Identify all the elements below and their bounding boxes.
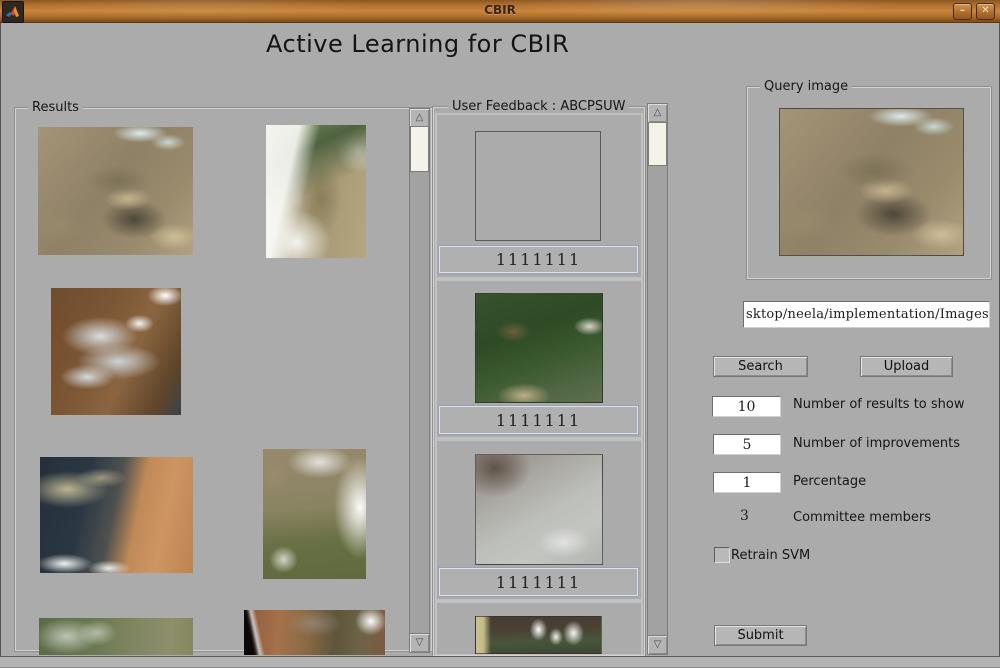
results-scrollbar-thumb[interactable] — [410, 126, 429, 172]
window-bottom-edge — [0, 656, 1000, 668]
improvements-label: Number of improvements — [793, 436, 960, 451]
result-image-7 — [39, 618, 193, 655]
submit-button[interactable]: Submit — [714, 625, 807, 646]
feedback-item — [435, 113, 643, 279]
scroll-down-icon: ▽ — [416, 637, 424, 648]
result-image-6 — [263, 449, 366, 579]
result-image-5 — [40, 457, 193, 573]
retrain-svm-checkbox[interactable] — [714, 547, 730, 563]
feedback-item — [435, 439, 643, 601]
result-image-3 — [51, 288, 181, 415]
feedback-image-4 — [475, 616, 602, 654]
feedback-value-input-2[interactable] — [438, 405, 639, 435]
result-image-2 — [266, 125, 366, 258]
committee-members-label: Committee members — [793, 510, 931, 525]
results-count-label: Number of results to show — [793, 397, 964, 412]
image-path-input[interactable] — [743, 301, 990, 328]
feedback-scrollbar-thumb[interactable] — [648, 122, 667, 166]
result-image-8 — [244, 610, 385, 655]
result-image-4 — [237, 294, 390, 412]
page-title: Active Learning for CBIR — [266, 30, 569, 58]
feedback-scroll-up-button[interactable]: △ — [648, 104, 667, 123]
minimize-icon: – — [960, 5, 965, 16]
result-image-1 — [38, 127, 193, 255]
results-scroll-down-button[interactable]: ▽ — [410, 633, 429, 652]
app-window: CBIR – ✕ Active Learning for CBIR Result… — [0, 0, 1000, 668]
query-image-panel-label: Query image — [760, 79, 852, 94]
query-image — [779, 108, 964, 256]
search-button[interactable]: Search — [713, 356, 808, 377]
feedback-panel-label: User Feedback : ABCPSUW — [448, 99, 629, 114]
feedback-item — [435, 279, 643, 439]
feedback-scroll-down-button[interactable]: ▽ — [648, 635, 667, 654]
feedback-image-2 — [475, 293, 603, 403]
percentage-input[interactable] — [713, 472, 781, 493]
percentage-label: Percentage — [793, 474, 866, 489]
window-title: CBIR — [0, 3, 1000, 17]
committee-members-value: 3 — [740, 508, 749, 524]
minimize-button[interactable]: – — [953, 3, 972, 20]
close-icon: ✕ — [981, 5, 989, 16]
close-button[interactable]: ✕ — [976, 3, 995, 20]
scroll-down-icon: ▽ — [654, 639, 662, 650]
feedback-value-input-3[interactable] — [438, 567, 639, 597]
feedback-scrollbar[interactable]: △ ▽ — [647, 103, 668, 655]
feedback-image-3 — [475, 454, 603, 565]
feedback-value-input-1[interactable] — [438, 245, 639, 274]
results-scrollbar[interactable]: △ ▽ — [409, 108, 430, 653]
retrain-svm-label: Retrain SVM — [731, 548, 810, 563]
results-count-input[interactable] — [712, 396, 781, 417]
titlebar[interactable]: CBIR – ✕ — [0, 0, 1000, 23]
feedback-item — [435, 601, 643, 655]
scroll-up-icon: △ — [416, 112, 424, 123]
results-panel-label: Results — [28, 100, 83, 115]
feedback-panel: User Feedback : ABCPSUW — [432, 106, 646, 657]
upload-button[interactable]: Upload — [860, 356, 953, 377]
query-image-panel: Query image — [746, 86, 992, 280]
improvements-input[interactable] — [713, 434, 781, 455]
scroll-up-icon: △ — [654, 107, 662, 118]
feedback-image-1 — [475, 131, 601, 241]
